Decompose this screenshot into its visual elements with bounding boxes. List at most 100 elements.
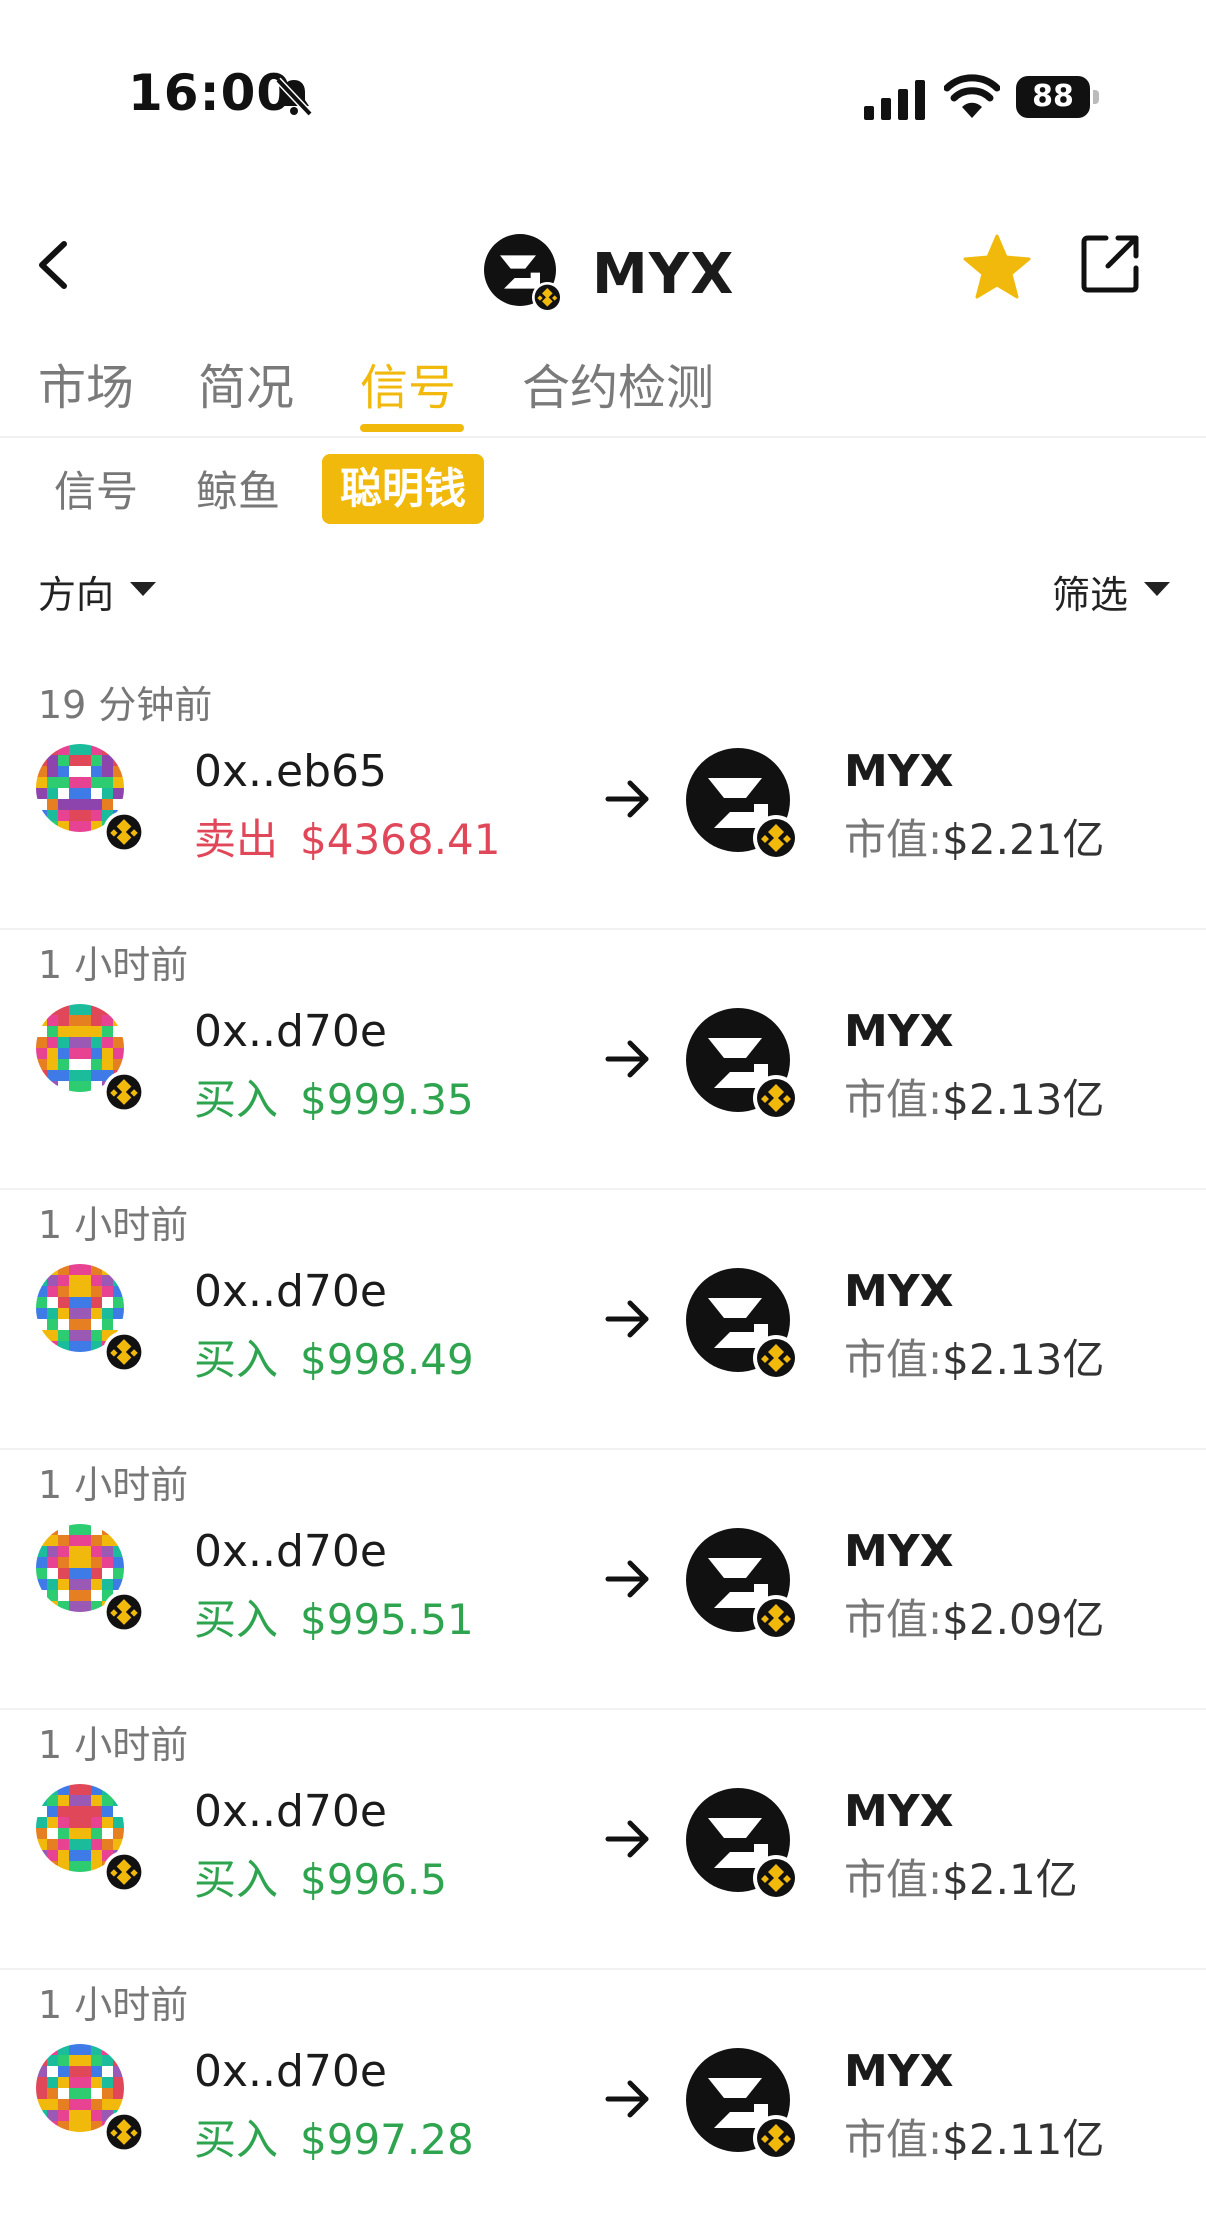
trade-amount: $997.28	[300, 2115, 474, 2164]
wallet-address[interactable]: 0x..eb65	[194, 746, 387, 797]
wallet-avatar-icon[interactable]	[36, 744, 146, 854]
wallet-address[interactable]: 0x..d70e	[194, 1786, 387, 1837]
market-cap-value: $2.13亿	[942, 1335, 1105, 1384]
list-item[interactable]: 1 小时前 0x..d70e 买入 $995.51 MYX 市值:$2.09亿	[0, 1450, 1206, 1710]
list-item[interactable]: 1 小时前 0x..d70e 买入 $999.35 MYX 市值:$2.13亿	[0, 930, 1206, 1190]
trade-action: 买入	[194, 1595, 279, 1644]
filter-caret-icon[interactable]	[1144, 582, 1170, 596]
trade-action: 买入	[194, 1335, 279, 1384]
list-item[interactable]: 1 小时前 0x..d70e 买入 $997.28 MYX 市值:$2.11亿	[0, 1970, 1206, 2228]
myx-token-logo-icon[interactable]	[684, 1786, 804, 1906]
list-item[interactable]: 19 分钟前 0x..eb65 卖出 $4368.41 MYX 市值:$2.21亿	[0, 670, 1206, 930]
wallet-address[interactable]: 0x..d70e	[194, 1266, 387, 1317]
active-tab-indicator	[360, 424, 464, 432]
market-cap-label: 市值:	[844, 815, 943, 864]
sub-tabs: 信号 鲸鱼 聪明钱	[0, 450, 1206, 526]
market-cap-value: $2.11亿	[942, 2115, 1105, 2164]
favorite-star-icon[interactable]	[962, 234, 1032, 300]
wallet-address[interactable]: 0x..d70e	[194, 1006, 387, 1057]
myx-token-logo-icon[interactable]	[684, 1266, 804, 1386]
wallet-avatar-icon[interactable]	[36, 2044, 146, 2154]
wallet-avatar-icon[interactable]	[36, 1004, 146, 1114]
battery-level: 88	[1016, 76, 1090, 118]
market-cap-label: 市值:	[844, 1075, 943, 1124]
bell-muted-icon	[275, 77, 313, 117]
market-cap: 市值:$2.13亿	[844, 1326, 1104, 1387]
share-icon[interactable]	[1080, 232, 1142, 294]
market-cap-label: 市值:	[844, 1595, 943, 1644]
market-cap: 市值:$2.09亿	[844, 1586, 1104, 1647]
item-time: 1 小时前	[38, 1723, 189, 1767]
tab-signals[interactable]: 信号	[360, 348, 456, 418]
myx-token-logo-icon[interactable]	[684, 2046, 804, 2166]
market-cap: 市值:$2.13亿	[844, 1066, 1104, 1127]
trade-amount: $995.51	[300, 1595, 474, 1644]
trade-amount: $4368.41	[300, 815, 501, 864]
battery-tip	[1093, 90, 1099, 104]
wallet-avatar-icon[interactable]	[36, 1524, 146, 1634]
direction-filter[interactable]: 方向	[38, 564, 114, 619]
trade-info: 买入 $995.51	[194, 1586, 474, 1647]
trade-amount: $996.5	[300, 1855, 447, 1904]
trade-action: 卖出	[194, 815, 279, 864]
myx-token-logo-icon[interactable]	[684, 1006, 804, 1126]
market-cap-value: $2.1亿	[942, 1855, 1078, 1904]
arrow-right-icon	[605, 780, 649, 818]
myx-token-logo-icon	[484, 234, 563, 313]
trade-info: 买入 $999.35	[194, 1066, 474, 1127]
arrow-right-icon	[605, 1820, 649, 1858]
market-cap-value: $2.09亿	[942, 1595, 1105, 1644]
tab-contract-check[interactable]: 合约检测	[522, 348, 714, 418]
token-symbol: MYX	[844, 1526, 954, 1577]
list-item[interactable]: 1 小时前 0x..d70e 买入 $996.5 MYX 市值:$2.1亿	[0, 1710, 1206, 1970]
back-chevron-icon[interactable]	[30, 236, 82, 294]
status-bar: 16:00 88	[0, 0, 1206, 150]
screen-filter[interactable]: 筛选	[1052, 564, 1128, 619]
subtab-signals[interactable]: 信号	[54, 458, 138, 519]
item-time: 19 分钟前	[38, 683, 213, 727]
myx-token-logo-icon[interactable]	[684, 746, 804, 866]
tab-overview[interactable]: 简况	[198, 348, 294, 418]
token-symbol: MYX	[844, 1006, 954, 1057]
trade-info: 买入 $997.28	[194, 2106, 474, 2167]
trade-action: 买入	[194, 1075, 279, 1124]
direction-caret-icon[interactable]	[130, 582, 156, 596]
wallet-avatar-icon[interactable]	[36, 1264, 146, 1374]
market-cap-value: $2.21亿	[942, 815, 1105, 864]
main-tabs: 市场 简况 信号 合约检测	[0, 348, 1206, 438]
item-time: 1 小时前	[38, 1983, 189, 2027]
wallet-address[interactable]: 0x..d70e	[194, 1526, 387, 1577]
page-title: MYX	[592, 242, 735, 307]
subtab-smart-money[interactable]: 聪明钱	[322, 454, 485, 524]
trade-info: 买入 $998.49	[194, 1326, 474, 1387]
market-cap-label: 市值:	[844, 1855, 943, 1904]
market-cap-value: $2.13亿	[942, 1075, 1105, 1124]
battery-indicator: 88	[1016, 76, 1100, 118]
wifi-icon	[944, 74, 1000, 118]
item-time: 1 小时前	[38, 1463, 189, 1507]
tab-market[interactable]: 市场	[38, 348, 134, 418]
market-cap: 市值:$2.21亿	[844, 806, 1104, 867]
status-time: 16:00	[128, 64, 293, 122]
item-time: 1 小时前	[38, 943, 189, 987]
arrow-right-icon	[605, 2080, 649, 2118]
market-cap: 市值:$2.11亿	[844, 2106, 1104, 2167]
subtab-whales[interactable]: 鲸鱼	[196, 458, 280, 519]
trade-amount: $998.49	[300, 1335, 474, 1384]
trade-action: 买入	[194, 1855, 279, 1904]
trade-info: 买入 $996.5	[194, 1846, 447, 1907]
arrow-right-icon	[605, 1560, 649, 1598]
header: MYX	[0, 210, 1206, 320]
wallet-address[interactable]: 0x..d70e	[194, 2046, 387, 2097]
token-symbol: MYX	[844, 2046, 954, 2097]
smart-money-list: 19 分钟前 0x..eb65 卖出 $4368.41 MYX 市值:$2.21亿 1 小时…	[0, 670, 1206, 2228]
wallet-avatar-icon[interactable]	[36, 1784, 146, 1894]
arrow-right-icon	[605, 1300, 649, 1338]
market-cap-label: 市值:	[844, 1335, 943, 1384]
list-item[interactable]: 1 小时前 0x..d70e 买入 $998.49 MYX 市值:$2.13亿	[0, 1190, 1206, 1450]
trade-action: 买入	[194, 2115, 279, 2164]
trade-amount: $999.35	[300, 1075, 474, 1124]
myx-token-logo-icon[interactable]	[684, 1526, 804, 1646]
market-cap-label: 市值:	[844, 2115, 943, 2164]
token-symbol: MYX	[844, 1786, 954, 1837]
